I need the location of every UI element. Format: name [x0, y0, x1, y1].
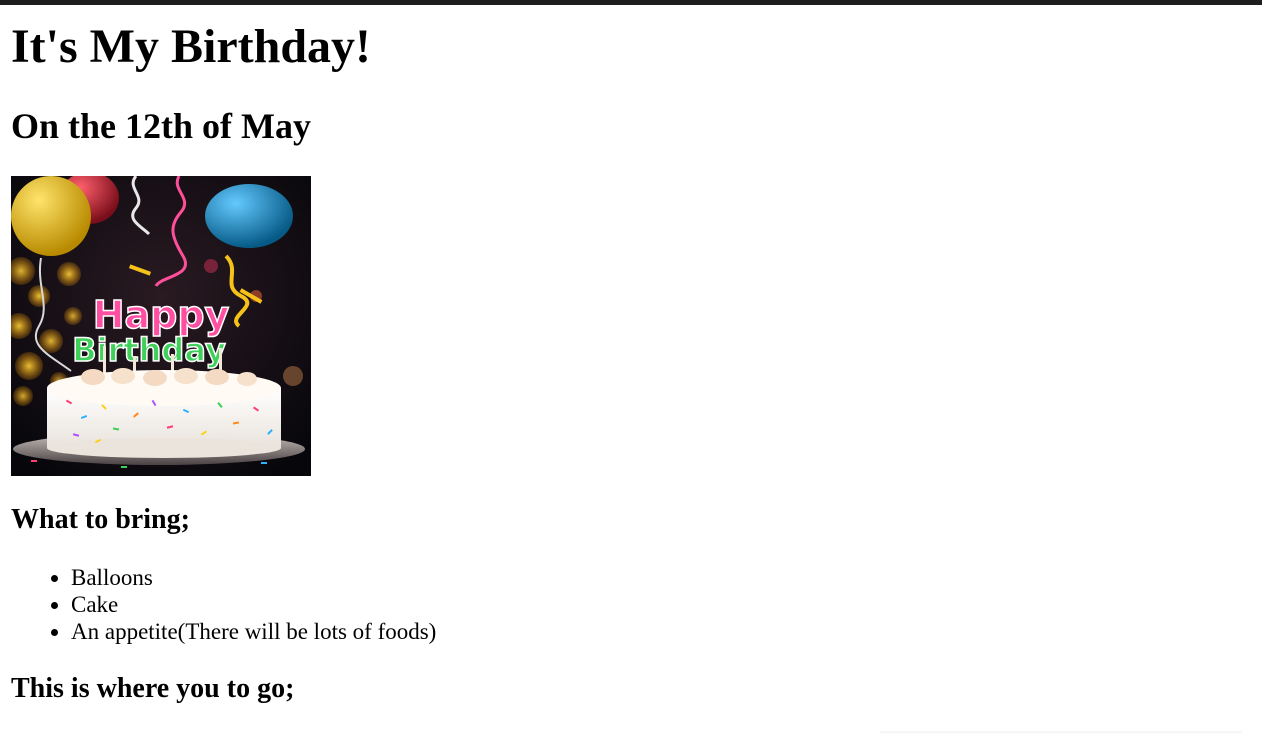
list-item: Cake	[71, 591, 436, 618]
list-item: Balloons	[71, 564, 436, 591]
browser-top-bar	[0, 0, 1262, 5]
what-to-bring-heading: What to bring;	[11, 504, 190, 535]
happy-birthday-topper: Happy Birthday	[71, 292, 230, 370]
bring-list: Balloons Cake An appetite(There will be …	[11, 564, 436, 645]
page-subtitle: On the 12th of May	[11, 106, 311, 146]
cake	[13, 368, 305, 468]
location-heading: This is where you to go;	[11, 673, 295, 704]
embedded-map-edge	[880, 731, 1242, 735]
page-title: It's My Birthday!	[11, 20, 371, 73]
svg-text:Birthday: Birthday	[72, 331, 226, 369]
list-item: An appetite(There will be lots of foods)	[71, 618, 436, 645]
birthday-cake-image: Happy Birthday	[11, 176, 311, 476]
